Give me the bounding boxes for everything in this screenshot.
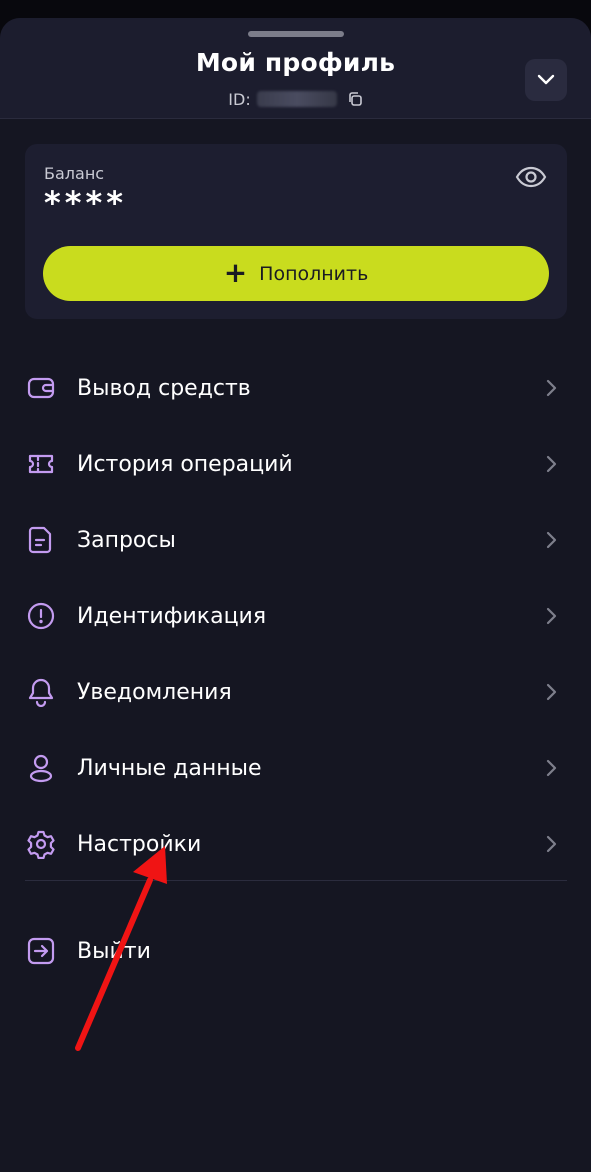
menu-item-label: Выйти xyxy=(77,938,151,964)
page-title: Мой профиль xyxy=(195,48,396,77)
balance-card: Баланс **** + Пополнить xyxy=(25,144,567,319)
balance-label: Баланс xyxy=(44,164,105,183)
menu-item-label: Вывод средств xyxy=(77,375,251,401)
chevron-right-icon xyxy=(543,757,559,779)
bell-icon xyxy=(26,677,56,707)
user-icon xyxy=(26,753,56,783)
profile-sheet: Мой профиль ID: Баланс **** + Пополнить … xyxy=(0,18,591,1172)
topup-label: Пополнить xyxy=(259,262,369,285)
document-icon xyxy=(26,525,56,555)
toggle-balance-visibility-button[interactable] xyxy=(513,164,549,194)
wallet-icon xyxy=(26,373,56,403)
menu-divider xyxy=(25,880,567,881)
copy-icon[interactable] xyxy=(347,91,363,107)
chevron-right-icon xyxy=(543,605,559,627)
menu-item-history[interactable]: История операций xyxy=(0,426,591,502)
plus-icon: + xyxy=(223,255,248,289)
menu-item-settings[interactable]: Настройки xyxy=(0,806,591,882)
id-label: ID: xyxy=(228,89,251,109)
chevron-right-icon xyxy=(543,681,559,703)
logout-icon xyxy=(26,936,56,966)
balance-value: **** xyxy=(44,184,127,222)
ticket-icon xyxy=(26,449,56,479)
collapse-button[interactable] xyxy=(525,59,567,101)
menu-item-personal-data[interactable]: Личные данные xyxy=(0,730,591,806)
chevron-right-icon xyxy=(543,453,559,475)
menu-item-label: История операций xyxy=(77,451,293,477)
eye-icon xyxy=(515,165,547,193)
chevron-right-icon xyxy=(543,529,559,551)
user-id-value-redacted xyxy=(256,91,337,107)
menu-item-label: Настройки xyxy=(77,831,202,857)
menu-item-requests[interactable]: Запросы xyxy=(0,502,591,578)
menu-item-label: Уведомления xyxy=(77,679,232,705)
menu-item-identification[interactable]: Идентификация xyxy=(0,578,591,654)
chevron-down-icon xyxy=(536,71,556,90)
user-id-row: ID: xyxy=(0,88,591,110)
alert-circle-icon xyxy=(26,601,56,631)
gear-icon xyxy=(26,829,56,859)
chevron-right-icon xyxy=(543,377,559,399)
menu-item-withdraw[interactable]: Вывод средств xyxy=(0,350,591,426)
menu-item-label: Идентификация xyxy=(77,603,267,629)
menu-item-logout[interactable]: Выйти xyxy=(0,913,591,989)
menu-item-label: Запросы xyxy=(77,527,176,553)
chevron-right-icon xyxy=(543,833,559,855)
menu-item-label: Личные данные xyxy=(77,755,262,781)
menu-item-notifications[interactable]: Уведомления xyxy=(0,654,591,730)
profile-header: Мой профиль ID: xyxy=(0,18,591,119)
topup-button[interactable]: + Пополнить xyxy=(43,246,549,301)
drag-handle[interactable] xyxy=(248,31,344,37)
